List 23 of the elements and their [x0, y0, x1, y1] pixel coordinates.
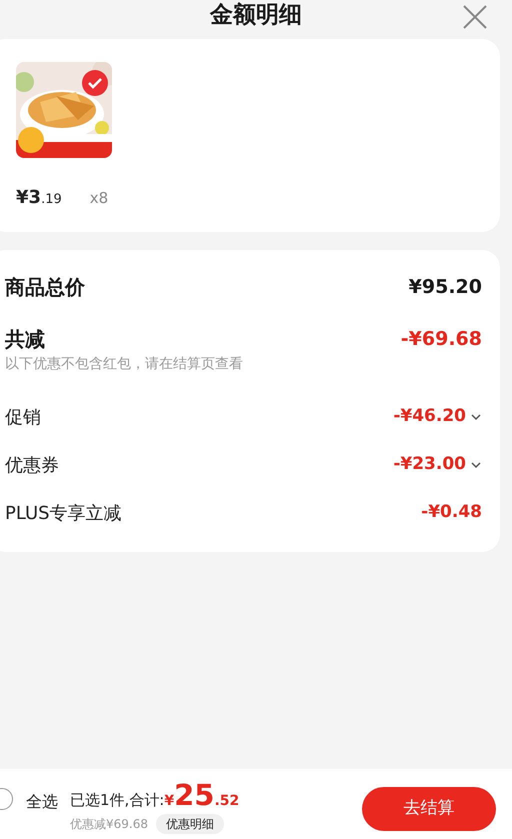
chevron-icon[interactable]: [470, 413, 482, 421]
discount-amount: -¥23.00: [393, 453, 466, 476]
discount-amount: -¥46.20: [393, 405, 466, 428]
select-all-label[interactable]: 全选: [26, 790, 58, 814]
discount-label: PLUS专享立减: [5, 502, 122, 526]
summary-label: 共减: [5, 326, 45, 353]
close-button[interactable]: [462, 4, 488, 30]
selected-count: 已选1件,合计:: [70, 793, 164, 808]
dialog-title: 金额明细: [210, 4, 302, 26]
total-price: ¥25.52: [164, 781, 240, 810]
chevron-icon[interactable]: [470, 461, 482, 469]
summary-label: 商品总价: [5, 274, 85, 301]
discount-label: 优惠券: [5, 454, 59, 478]
summary-amount: -¥69.68: [400, 326, 482, 352]
discount-summary: 优惠减¥69.68: [70, 816, 148, 833]
discount-details-button[interactable]: 优惠明细: [156, 814, 224, 834]
summary-note: 以下优惠不包含红包，请在结算页查看: [5, 355, 244, 374]
checkout-button[interactable]: 去结算: [362, 787, 496, 831]
discount-amount: -¥0.48: [421, 501, 482, 524]
summary-amount: ¥95.20: [408, 274, 482, 300]
discount-label: 促销: [5, 406, 41, 430]
item-price: ¥3.19: [16, 186, 62, 210]
item-quantity: x8: [90, 188, 108, 209]
